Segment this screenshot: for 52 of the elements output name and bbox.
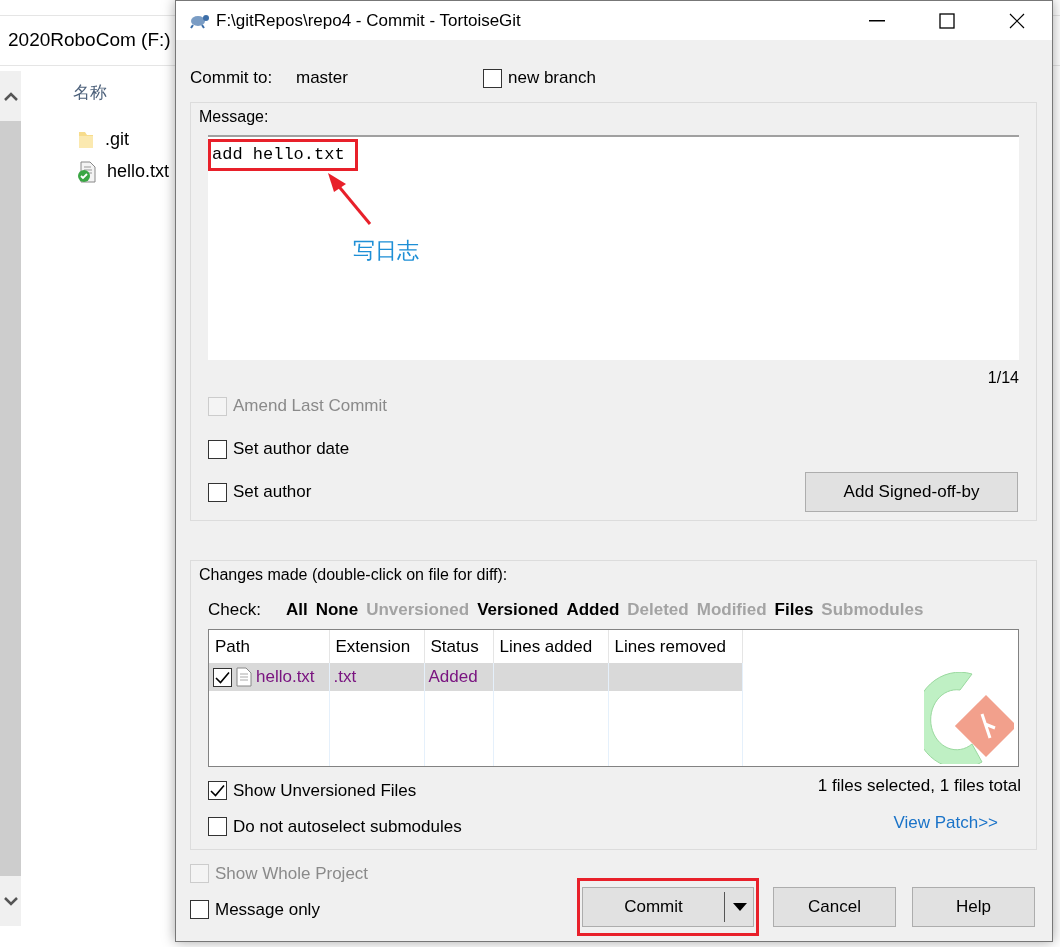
filter-link[interactable]: Added [566,597,620,623]
checkbox[interactable] [208,439,227,459]
maximize-icon[interactable] [939,12,955,29]
minimize-icon[interactable] [869,19,885,22]
folder-icon [77,129,95,150]
filter-link[interactable]: All [285,597,308,623]
close-icon[interactable] [1009,12,1025,29]
checkbox[interactable] [208,781,227,800]
scroll-up-icon[interactable] [3,91,18,101]
checkbox[interactable] [483,68,502,88]
filter-link[interactable]: None [315,597,359,623]
window-title: F:\gitRepos\repo4 - Commit - TortoiseGit [216,9,522,32]
checkbox-label[interactable]: Show Unversioned Files [233,777,417,804]
file-name[interactable]: .git [105,126,129,153]
file-list[interactable]: Path Extension Status Lines added Lines removed hello.txt .txt Added [208,628,1019,767]
check-label: Check: [208,599,261,621]
filter-link[interactable]: Versioned [477,597,559,623]
checkbox[interactable] [208,817,227,836]
file-status: Added [424,663,493,691]
annotation-note: 写日志 [353,237,419,265]
scroll-down-icon[interactable] [3,896,18,906]
file-check-icon [77,160,97,183]
files-summary: 1 files selected, 1 files total [817,774,1021,797]
dialog-button[interactable]: Help [912,886,1035,927]
scrollbar[interactable] [0,71,21,926]
file-row[interactable]: hello.txt .txt Added [209,663,742,691]
checkbox[interactable] [190,900,209,919]
message-text: add hello.txt [208,139,358,171]
add-signed-off-by-button[interactable]: Add Signed-off-by [805,472,1018,512]
file-extension: .txt [329,663,424,691]
checkbox-label[interactable]: Message only [215,896,320,923]
file-name[interactable]: hello.txt [107,158,170,185]
file-path: hello.txt [256,666,315,689]
commit-to-label: Commit to: [190,67,274,90]
view-patch-link[interactable]: View Patch>> [893,810,998,836]
branch-name: master [296,67,349,90]
line-counter: 1/14 [987,369,1019,386]
address-bar-text: 2020RoboCom (F:) [8,28,171,53]
dropdown-arrow-icon[interactable] [733,902,747,911]
checkbox-label[interactable]: new branch [508,65,596,91]
file-icon [236,667,252,687]
message-label: Message: [199,107,270,127]
column-header[interactable]: 名称 [73,80,170,106]
checkbox-label[interactable]: Set author [233,479,312,505]
commit-button[interactable]: Commit [582,886,754,927]
checkbox[interactable] [213,667,232,687]
dialog-button[interactable]: Cancel [773,886,896,927]
checkbox-label[interactable]: Do not autoselect submodules [233,813,462,840]
changes-label: Changes made (double-click on file for diff): [199,565,509,585]
filter-link[interactable]: Files [774,597,814,623]
checkbox[interactable] [208,482,227,502]
checkbox-label[interactable]: Set author date [233,436,350,462]
